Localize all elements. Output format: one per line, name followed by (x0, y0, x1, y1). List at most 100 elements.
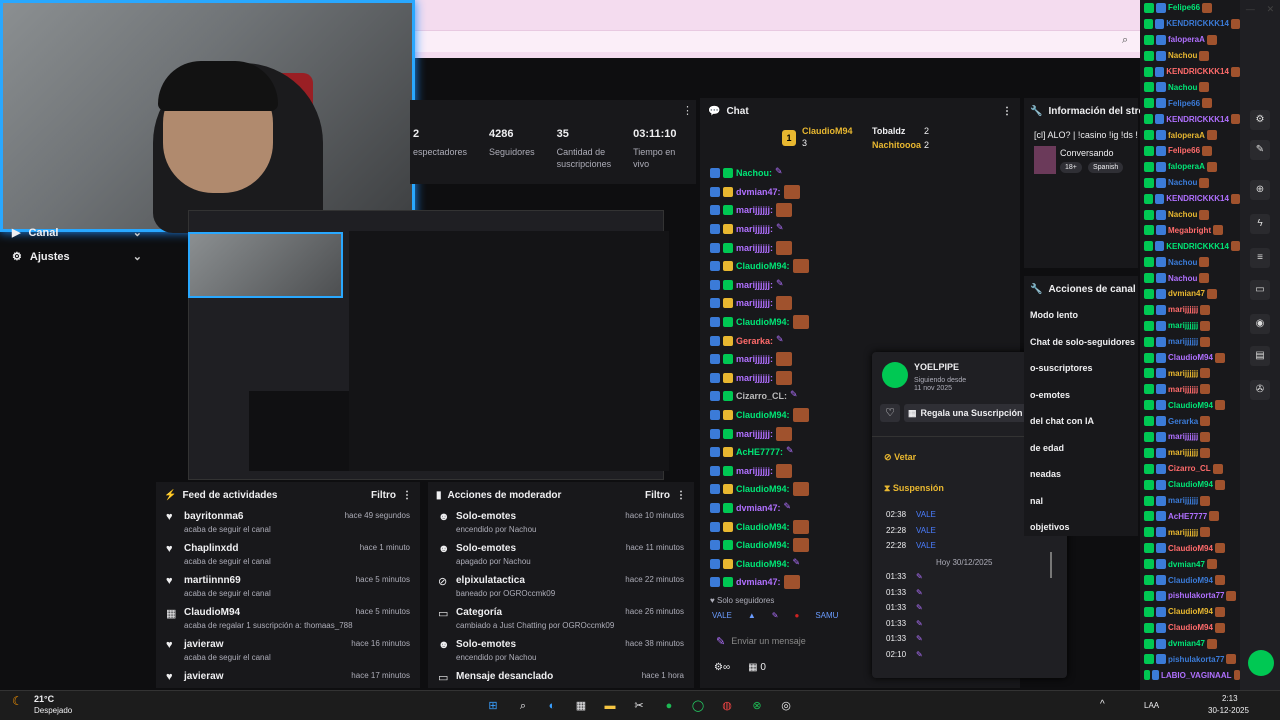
chat-message[interactable]: marijjjjjj (1140, 493, 1240, 509)
chat-username[interactable]: ClaudioM94 (1168, 480, 1213, 489)
list-item[interactable]: ▭ Categoría cambiado a Just Chatting por O… (428, 604, 694, 636)
chrome-icon[interactable]: ◍ (718, 697, 736, 715)
chat-username[interactable]: marijjjjjj (1168, 385, 1198, 394)
chat-message[interactable]: Nachou (1140, 254, 1240, 270)
chat-username[interactable]: KENDRICKKK14 (1166, 194, 1229, 203)
chat-username[interactable]: faloperaA (1168, 131, 1205, 140)
chat-username[interactable]: pishulakorta77 (1168, 591, 1224, 600)
chat-username[interactable]: Gerarka (1168, 417, 1198, 426)
chat-username[interactable]: marijjjjjj (1168, 369, 1198, 378)
chat-username[interactable]: marijjjjjj (1168, 321, 1198, 330)
edge-icon[interactable]: ◐ (543, 697, 561, 715)
store-icon[interactable]: ▦ (748, 662, 757, 673)
chat-username[interactable]: ClaudioM94 (1168, 353, 1213, 362)
chat-message[interactable]: marijjjjjj: (700, 294, 1020, 313)
chat-username[interactable]: KENDRICKKK14 (1166, 19, 1229, 28)
filter-button[interactable]: Filtro (645, 490, 670, 501)
chat-message[interactable]: Cizarro_CL (1140, 461, 1240, 477)
chat-username[interactable]: dvmian47 (1168, 639, 1205, 648)
store-icon[interactable]: ▦ (572, 697, 590, 715)
chat-message[interactable]: ClaudioM94 (1140, 604, 1240, 620)
search-icon[interactable]: ⌕ (514, 697, 532, 715)
chat-username[interactable]: LABIO_VAGINAAL (1161, 671, 1232, 680)
chat-username[interactable]: Nachou (1168, 83, 1197, 92)
radio-icon[interactable]: ◉ (1250, 314, 1270, 334)
chat-message[interactable]: Nachou (1140, 48, 1240, 64)
list-item[interactable]: ☻ Solo-emotes encendido por Nachou hace 38 … (428, 636, 694, 668)
chat-username[interactable]: marijjjjjj (1168, 432, 1198, 441)
chat-username[interactable]: Cizarro_CL: (736, 391, 787, 401)
chat-username[interactable]: Nachou (1168, 178, 1197, 187)
scrollbar[interactable] (1050, 552, 1052, 578)
chat-username[interactable]: Nachou: (736, 168, 772, 178)
list-item[interactable]: ♥ martiinnn69 acaba de seguir el canal hace… (156, 572, 420, 604)
list-item[interactable]: ♥ bayritonma6 acaba de seguir el canal hace… (156, 508, 420, 540)
chat-username[interactable]: ClaudioM94: (736, 261, 790, 271)
list-item[interactable]: ♥ Chaplinxdd acaba de seguir el canal hace … (156, 540, 420, 572)
chevron-down-icon[interactable]: ⌄ (133, 226, 142, 239)
chat-message[interactable]: AcHE7777 (1140, 509, 1240, 525)
crosshair-icon[interactable]: ⊕ (1250, 180, 1270, 200)
chat-message[interactable]: marijjjjjj (1140, 445, 1240, 461)
folder-icon[interactable]: ▬ (601, 697, 619, 715)
chat-username[interactable]: AcHE7777: (736, 447, 783, 457)
chevron-down-icon[interactable]: ⌄ (133, 250, 142, 263)
chat-username[interactable]: KENDRICKKK14 (1166, 67, 1229, 76)
gear-icon[interactable]: ⚙ (1250, 110, 1270, 130)
chat-username[interactable]: Nachou (1168, 274, 1197, 283)
chat-message[interactable]: ClaudioM94 (1140, 397, 1240, 413)
chat-username[interactable]: marijjjjjj: (736, 354, 773, 364)
chat-message[interactable]: pishulakorta77 (1140, 588, 1240, 604)
chat-message[interactable]: marijjjjjj (1140, 365, 1240, 381)
chat-message[interactable]: faloperaA (1140, 159, 1240, 175)
chat-message[interactable]: ClaudioM94: (700, 313, 1020, 332)
chat-username[interactable]: Nachou (1168, 51, 1197, 60)
chat-message[interactable]: Nachou (1140, 207, 1240, 223)
more-icon[interactable]: ⋮ (1002, 106, 1012, 117)
channel-action-item[interactable]: o-emotes (1030, 390, 1138, 417)
chat-message[interactable]: LABIO_VAGINAAL (1140, 667, 1240, 683)
language-indicator[interactable]: LAA (1144, 701, 1159, 710)
channel-action-item[interactable]: Modo lento (1030, 310, 1138, 337)
more-icon[interactable]: ⋮ (402, 490, 412, 501)
channel-action-item[interactable]: del chat con IA (1030, 416, 1138, 443)
chat-message[interactable]: faloperaA (1140, 32, 1240, 48)
chat-username[interactable]: dvmian47 (1168, 560, 1205, 569)
chat-message[interactable]: dvmian47 (1140, 556, 1240, 572)
chat-message[interactable]: KENDRICKKK14 (1140, 16, 1240, 32)
filter-button[interactable]: Filtro (371, 490, 396, 501)
chat-username[interactable]: ClaudioM94 (1168, 401, 1213, 410)
chat-message[interactable]: ClaudioM94 (1140, 477, 1240, 493)
chat-message[interactable]: KENDRICKKK14 (1140, 111, 1240, 127)
close-icon[interactable]: ✕ (1267, 4, 1275, 15)
wrench-icon[interactable]: ✇ (1250, 380, 1270, 400)
chat-message[interactable]: marijjjjjj: (700, 201, 1020, 220)
chat-username[interactable]: ClaudioM94: (736, 410, 790, 420)
chat-username[interactable]: ClaudioM94 (1168, 544, 1213, 553)
chat-message[interactable]: dvmian47: (700, 183, 1020, 202)
chat-username[interactable]: KENDRICKKK14 (1166, 115, 1229, 124)
chat-username[interactable]: marijjjjjj (1168, 528, 1198, 537)
channel-action-item[interactable]: de edad (1030, 443, 1138, 470)
channel-action-item[interactable]: objetivos (1030, 522, 1138, 549)
chat-input[interactable]: ✎ Enviar un mensaje (710, 630, 860, 652)
chat-username[interactable]: ClaudioM94 (1168, 607, 1213, 616)
list-item[interactable]: ☻ Solo-emotes encendido por Nachou hace 10 … (428, 508, 694, 540)
chat-username[interactable]: AcHE7777 (1168, 512, 1207, 521)
heart-button[interactable]: ♡ (880, 404, 900, 422)
chat-username[interactable]: faloperaA (1168, 162, 1205, 171)
chat-message[interactable]: Gerarka: ✎ (700, 331, 1020, 350)
chat-message[interactable]: ClaudioM94 (1140, 572, 1240, 588)
sidebar-item-ajustes[interactable]: ⚙ Ajustes ⌄ (12, 250, 142, 264)
clock-date[interactable]: 30-12-2025 (1208, 706, 1249, 715)
chat-message[interactable]: Megabright (1140, 222, 1240, 238)
lightning-icon[interactable]: ϟ (1250, 214, 1270, 234)
settings-icon[interactable]: ⚙∞ (714, 662, 730, 673)
address-bar[interactable] (410, 30, 1140, 52)
chat-message[interactable]: marijjjjjj (1140, 334, 1240, 350)
chat-username[interactable]: marijjjjjj (1168, 305, 1198, 314)
chat-message[interactable]: dvmian47 (1140, 636, 1240, 652)
tag[interactable]: 18+ (1060, 162, 1082, 173)
minimize-icon[interactable]: — (1246, 4, 1255, 15)
chat-username[interactable]: ClaudioM94 (1168, 623, 1213, 632)
